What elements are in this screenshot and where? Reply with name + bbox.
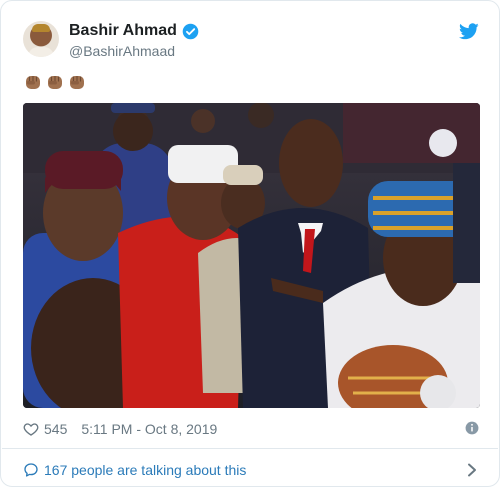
heart-outline-icon[interactable]: [23, 421, 39, 437]
author-display-name[interactable]: Bashir Ahmad: [69, 22, 177, 40]
photo-illustration: [23, 103, 480, 408]
footer-divider: [2, 448, 498, 449]
author-name-row[interactable]: Bashir Ahmad: [69, 22, 199, 40]
tweet-text: [23, 72, 87, 92]
avatar-cap: [32, 24, 50, 32]
embedded-tweet-card: Bashir Ahmad @BashirAhmaad 545 5:11 PM -…: [0, 0, 500, 487]
conversation-label[interactable]: 167 people are talking about this: [44, 462, 246, 478]
tweet-meta: 545 5:11 PM - Oct 8, 2019: [23, 419, 481, 439]
author-avatar[interactable]: [23, 21, 59, 57]
raised-fist-icon: [26, 76, 40, 89]
tweet-header: Bashir Ahmad @BashirAhmaad: [23, 21, 481, 61]
speech-bubble-icon: [24, 463, 38, 477]
author-handle[interactable]: @BashirAhmaad: [69, 43, 175, 59]
tweet-timestamp[interactable]: 5:11 PM - Oct 8, 2019: [81, 421, 217, 437]
chevron-right-icon[interactable]: [467, 463, 477, 477]
raised-fist-icon: [48, 76, 62, 89]
avatar-shirt: [28, 47, 54, 57]
raised-fist-icon: [70, 76, 84, 89]
conversation-link[interactable]: 167 people are talking about this: [23, 460, 481, 480]
info-circle-icon[interactable]: [465, 421, 479, 435]
tweet-photo[interactable]: [23, 103, 480, 408]
verified-badge-icon: [182, 23, 199, 39]
like-count[interactable]: 545: [44, 421, 67, 437]
twitter-bird-icon[interactable]: [459, 23, 479, 40]
